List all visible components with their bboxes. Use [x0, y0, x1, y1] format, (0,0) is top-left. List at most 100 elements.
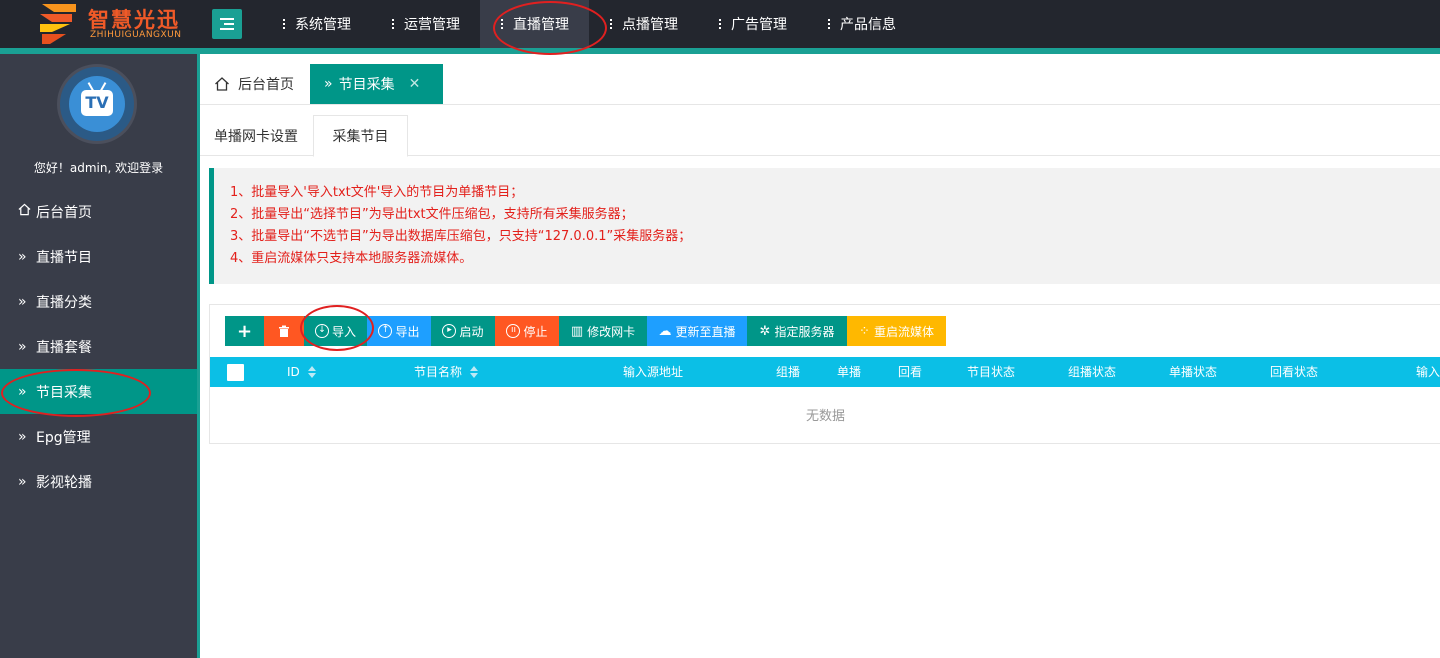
sidebar-item-live-packages[interactable]: » 直播套餐 [0, 324, 197, 369]
nav-item-ads[interactable]: 广告管理 [698, 0, 807, 48]
sidebar-item-label: Epg管理 [36, 429, 91, 446]
home-icon [215, 77, 229, 91]
export-button[interactable]: ↑ 导出 [367, 316, 431, 346]
header-accent-line [0, 48, 1440, 54]
column-id[interactable]: ID [287, 357, 316, 387]
sidebar: TV 您好！admin, 欢迎登录 后台首页 » 直播节目 » 直播分类 » 直… [0, 54, 197, 658]
top-header: 智慧光迅 ZHIHUIGUANGXUN 系统管理 运营管理 直播管理 点播管理 … [0, 0, 1440, 48]
column-unicast: 单播 [837, 365, 862, 379]
more-vertical-icon [282, 17, 286, 31]
assign-server-button[interactable]: ✲ 指定服务器 [747, 316, 847, 346]
column-multicast: 组播 [776, 365, 801, 379]
column-label: 节目名称 [414, 365, 463, 379]
empty-state: 无数据 [805, 409, 845, 424]
logo-icon [40, 4, 76, 44]
double-chevron-icon: » [18, 293, 27, 310]
sidebar-menu: 后台首页 » 直播节目 » 直播分类 » 直播套餐 » 节目采集 » Epg管理… [0, 189, 197, 504]
nav-item-label: 产品信息 [840, 17, 896, 33]
sidebar-item-live-programs[interactable]: » 直播节目 [0, 234, 197, 279]
column-label: ID [287, 365, 300, 379]
avatar[interactable]: TV [57, 64, 137, 144]
loading-icon: ⁘ [859, 323, 870, 339]
column-name[interactable]: 节目名称 [414, 357, 479, 387]
more-vertical-icon [718, 17, 722, 31]
double-chevron-icon: » [18, 428, 27, 445]
modify-nic-button[interactable]: ▥ 修改网卡 [559, 316, 647, 346]
sidebar-item-label: 直播分类 [36, 294, 92, 311]
stop-button[interactable]: ıı 停止 [495, 316, 559, 346]
nav-item-label: 广告管理 [731, 17, 787, 33]
nav-item-label: 系统管理 [295, 17, 351, 33]
add-button[interactable]: + [225, 316, 264, 346]
assign-server-label: 指定服务器 [774, 324, 835, 339]
play-icon: ▸ [442, 324, 457, 338]
more-vertical-icon [609, 17, 613, 31]
import-button[interactable]: ↓ 导入 [304, 316, 367, 346]
nav-item-label: 点播管理 [622, 17, 678, 33]
home-icon [18, 203, 36, 220]
double-chevron-icon: » [18, 473, 27, 490]
delete-button[interactable] [264, 316, 304, 346]
start-button[interactable]: ▸ 启动 [431, 316, 495, 346]
tab-program-collection[interactable]: » 节目采集 ✕ [310, 64, 443, 104]
network-card-icon: ▥ [570, 323, 584, 339]
subtab-collect-programs[interactable]: 采集节目 [313, 115, 408, 157]
notice-line: 2、批量导出“选择节目”为导出txt文件压缩包，支持所有采集服务器； [230, 207, 634, 222]
subtab-unicast-nic[interactable]: 单播网卡设置 [214, 115, 298, 156]
nav-item-system[interactable]: 系统管理 [262, 0, 371, 48]
cloud-upload-icon: ☁ [658, 323, 672, 339]
tab-label: 节目采集 [338, 77, 395, 93]
stop-label: 停止 [523, 324, 548, 339]
top-nav: 系统管理 运营管理 直播管理 点播管理 广告管理 产品信息 [262, 0, 916, 48]
restart-media-label: 重启流媒体 [873, 324, 934, 339]
tab-label: 后台首页 [238, 77, 294, 93]
double-chevron-icon: » [18, 383, 27, 400]
update-live-label: 更新至直播 [675, 324, 736, 339]
table-toolbar: + ↓ 导入 ↑ 导出 ▸ 启动 ıı 停止 ▥ 修改网卡 ☁ 更新至直播 ✲ [225, 316, 946, 346]
sort-icon[interactable] [470, 365, 479, 379]
notice-box: 1、批量导入'导入txt文件'导入的节目为单播节目； 2、批量导出“选择节目”为… [209, 168, 1440, 284]
nav-item-vod[interactable]: 点播管理 [589, 0, 698, 48]
export-label: 导出 [395, 324, 420, 339]
nav-item-product[interactable]: 产品信息 [807, 0, 916, 48]
tab-home[interactable]: 后台首页 [214, 64, 294, 104]
double-chevron-icon: » [18, 338, 27, 355]
upload-icon: ↑ [378, 324, 393, 338]
import-label: 导入 [331, 324, 356, 339]
sidebar-item-label: 影视轮播 [36, 474, 92, 491]
close-icon[interactable]: ✕ [409, 76, 421, 92]
update-live-button[interactable]: ☁ 更新至直播 [647, 316, 747, 346]
sidebar-item-label: 直播套餐 [36, 339, 92, 356]
double-chevron-icon: » [18, 248, 27, 265]
nav-item-live[interactable]: 直播管理 [480, 0, 589, 48]
select-all-checkbox[interactable] [227, 364, 244, 381]
tv-logo-icon: TV [69, 76, 125, 132]
more-vertical-icon [391, 17, 395, 31]
pause-icon: ıı [506, 324, 521, 338]
brand-subtitle: ZHIHUIGUANGXUN [90, 30, 182, 40]
column-status: 节目状态 [967, 365, 1016, 379]
page-tabs: 后台首页 » 节目采集 ✕ [200, 64, 1440, 105]
column-playback: 回看 [898, 365, 923, 379]
trash-icon [279, 325, 289, 337]
more-vertical-icon [827, 17, 831, 31]
double-chevron-icon: » [324, 76, 333, 92]
start-label: 启动 [459, 324, 484, 339]
sidebar-item-home[interactable]: 后台首页 [0, 189, 197, 234]
brand-logo[interactable]: 智慧光迅 ZHIHUIGUANGXUN [36, 0, 188, 48]
sidebar-item-epg[interactable]: » Epg管理 [0, 414, 197, 459]
nav-item-operations[interactable]: 运营管理 [371, 0, 480, 48]
menu-toggle-button[interactable] [212, 9, 242, 39]
sidebar-item-program-collection[interactable]: » 节目采集 [0, 369, 197, 414]
sort-icon[interactable] [307, 365, 316, 379]
nav-item-label: 运营管理 [404, 17, 460, 33]
more-vertical-icon [500, 17, 504, 31]
notice-line: 4、重启流媒体只支持本地服务器流媒体。 [230, 251, 473, 266]
sidebar-item-live-categories[interactable]: » 直播分类 [0, 279, 197, 324]
column-unicast-status: 单播状态 [1169, 365, 1218, 379]
restart-media-button[interactable]: ⁘ 重启流媒体 [847, 316, 946, 346]
welcome-text: 您好！admin, 欢迎登录 [33, 161, 164, 175]
sidebar-item-label: 节目采集 [36, 384, 92, 401]
sidebar-item-carousel[interactable]: » 影视轮播 [0, 459, 197, 504]
gear-icon: ✲ [759, 323, 771, 339]
